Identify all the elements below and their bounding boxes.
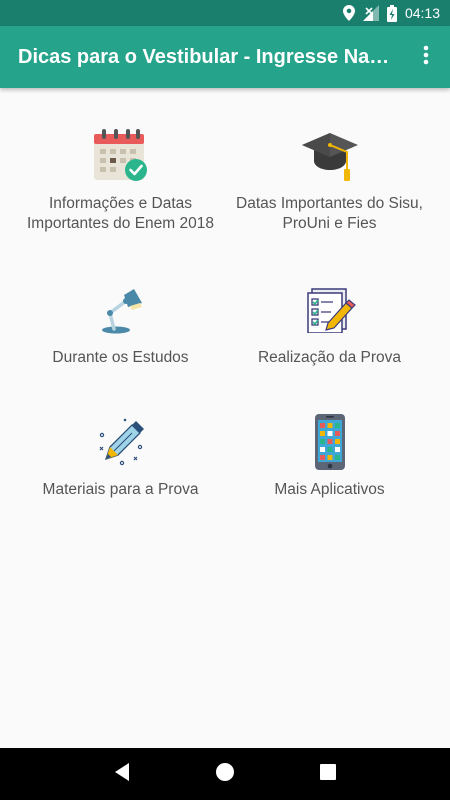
signal-icon — [362, 5, 379, 21]
app-bar: Dicas para o Vestibular - Ingresse Na… — [0, 26, 450, 88]
smartphone-apps-icon — [300, 412, 360, 472]
menu-item-label: Datas Importantes do Sisu, ProUni e Fies — [236, 195, 423, 232]
location-icon — [342, 5, 355, 21]
graduation-cap-icon — [300, 126, 360, 186]
navigation-bar — [0, 748, 450, 800]
overflow-menu-button[interactable] — [412, 43, 440, 71]
menu-item-label: Mais Aplicativos — [274, 481, 385, 498]
menu-item-materials[interactable]: Materiais para a Prova — [8, 412, 233, 500]
pen-icon — [91, 412, 151, 472]
menu-item-label: Materiais para a Prova — [42, 481, 199, 498]
menu-item-label: Realização da Prova — [257, 349, 402, 366]
menu-item-more-apps[interactable]: Mais Aplicativos — [217, 412, 442, 500]
menu-item-sisu-dates[interactable]: Datas Importantes do Sisu, ProUni e Fies — [217, 126, 442, 234]
more-vert-icon — [423, 45, 429, 70]
home-button[interactable] — [210, 759, 240, 789]
battery-charging-icon — [386, 4, 397, 22]
menu-item-label: Informações e Datas Importantes do Enem … — [27, 195, 214, 232]
home-icon — [215, 762, 235, 787]
desk-lamp-icon — [91, 280, 151, 340]
clock: 04:13 — [404, 5, 440, 21]
checklist-pencil-icon — [300, 280, 360, 340]
app-title: Dicas para o Vestibular - Ingresse Na… — [18, 45, 390, 68]
recents-icon — [319, 763, 337, 786]
menu-item-enem-dates[interactable]: Informações e Datas Importantes do Enem … — [8, 126, 233, 234]
menu-item-label: Durante os Estudos — [52, 349, 189, 366]
back-icon — [113, 762, 131, 787]
recents-button[interactable] — [313, 759, 343, 789]
back-button[interactable] — [107, 759, 137, 789]
status-bar: 04:13 — [0, 0, 450, 26]
menu-item-studies[interactable]: Durante os Estudos — [8, 280, 233, 368]
menu-item-exam[interactable]: Realização da Prova — [217, 280, 442, 368]
calendar-check-icon — [91, 126, 151, 186]
